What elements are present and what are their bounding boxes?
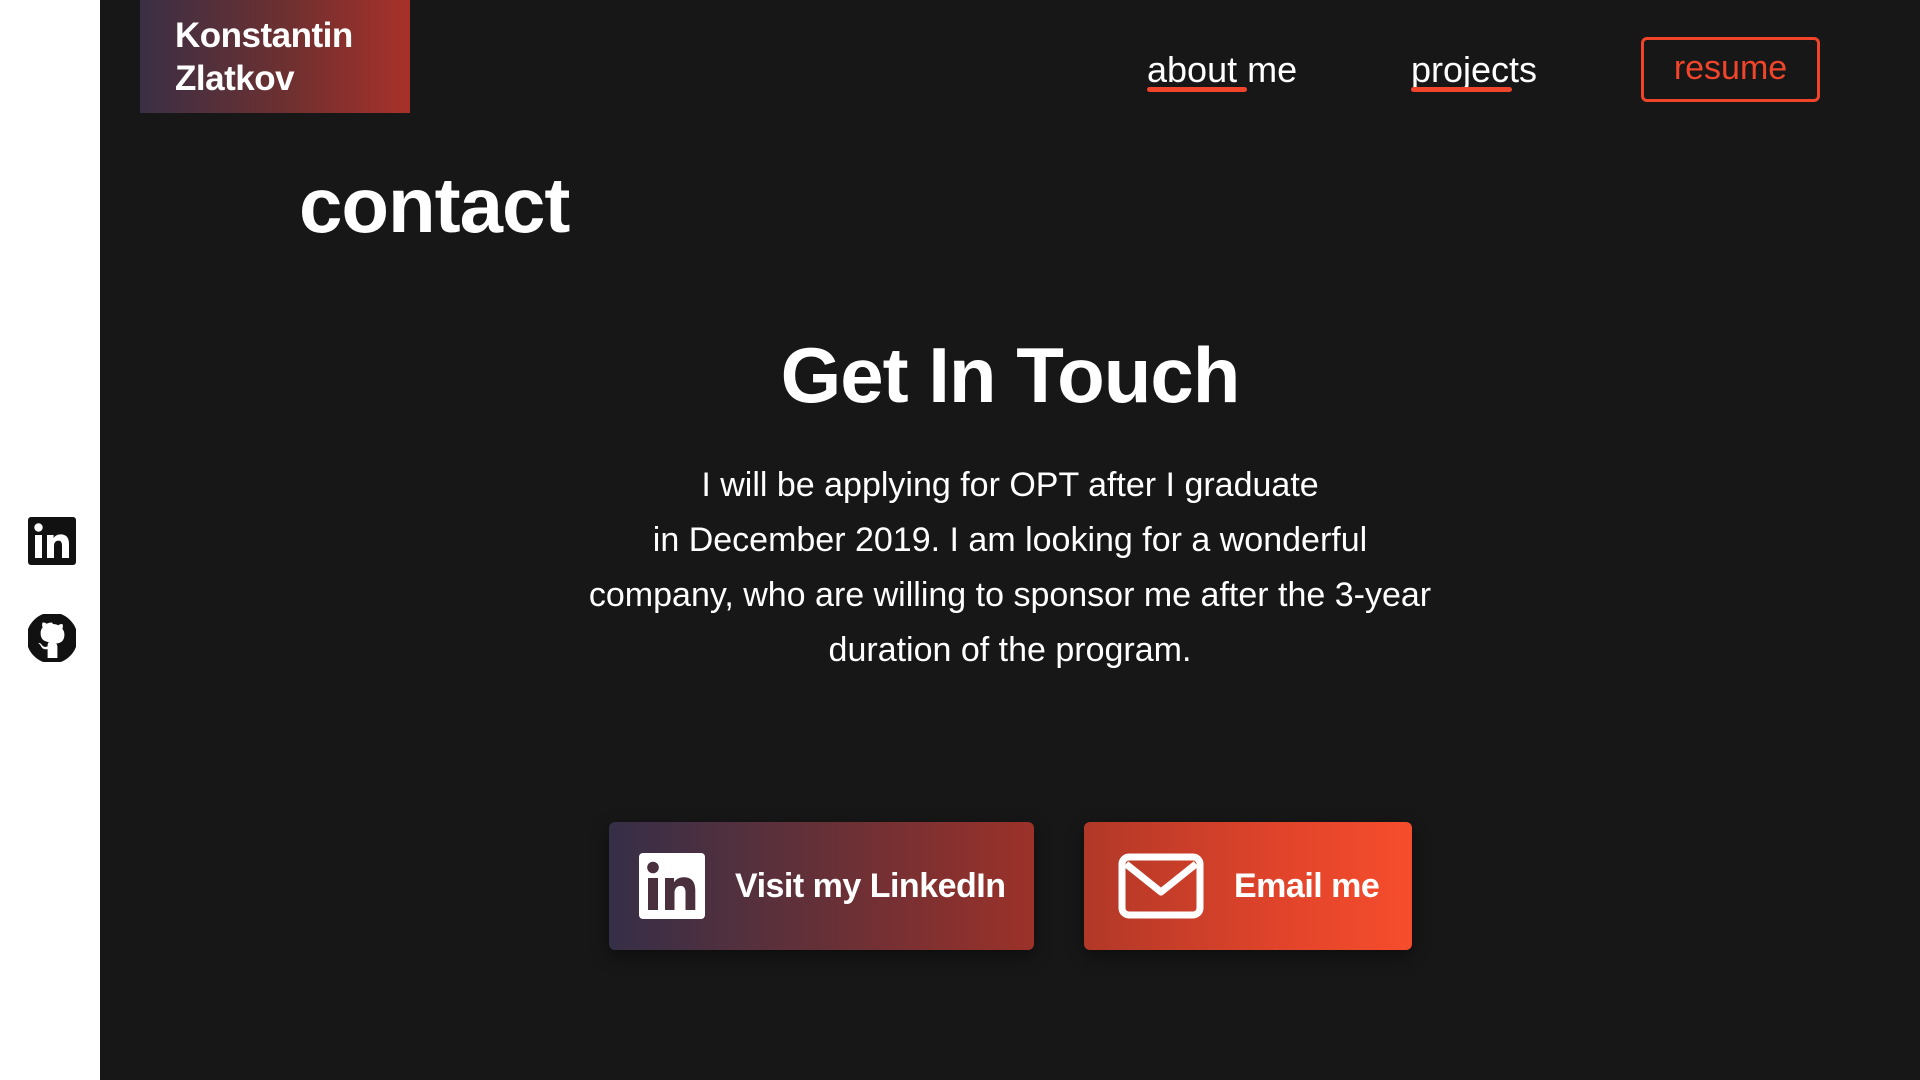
logo-first-name: Konstantin	[175, 16, 353, 55]
blurb-line: in December 2019. I am looking for a won…	[652, 521, 1368, 559]
email-me-label: Email me	[1234, 866, 1380, 905]
github-icon[interactable]	[28, 614, 76, 662]
contact-headline: Get In Touch	[780, 331, 1241, 419]
section-title: contact	[299, 161, 570, 249]
nav-projects-label: projects	[1411, 49, 1538, 90]
blurb-line: duration of the program.	[828, 631, 1192, 669]
nav-underline	[1147, 87, 1247, 92]
nav-underline	[1411, 87, 1512, 92]
contact-blurb: I will be applying for OPT after I gradu…	[560, 458, 1460, 678]
page: Konstantin Zlatkov about me projects res…	[0, 0, 1920, 1080]
logo-last-name: Zlatkov	[175, 59, 295, 98]
envelope-icon	[1118, 853, 1204, 919]
linkedin-icon	[639, 853, 705, 919]
blurb-line: I will be applying for OPT after I gradu…	[701, 466, 1319, 504]
site-logo[interactable]: Konstantin Zlatkov	[140, 0, 410, 113]
visit-linkedin-label: Visit my LinkedIn	[735, 866, 1006, 905]
email-me-button[interactable]: Email me	[1084, 822, 1412, 950]
blurb-line: company, who are willing to sponsor me a…	[588, 576, 1432, 614]
linkedin-icon[interactable]	[28, 517, 76, 565]
nav-about-me-label: about me	[1147, 49, 1298, 90]
visit-linkedin-button[interactable]: Visit my LinkedIn	[609, 822, 1034, 950]
social-sidebar	[0, 0, 100, 1080]
nav-projects[interactable]: projects	[1411, 47, 1537, 93]
nav-about-me[interactable]: about me	[1147, 47, 1297, 93]
resume-button[interactable]: resume	[1641, 37, 1820, 102]
